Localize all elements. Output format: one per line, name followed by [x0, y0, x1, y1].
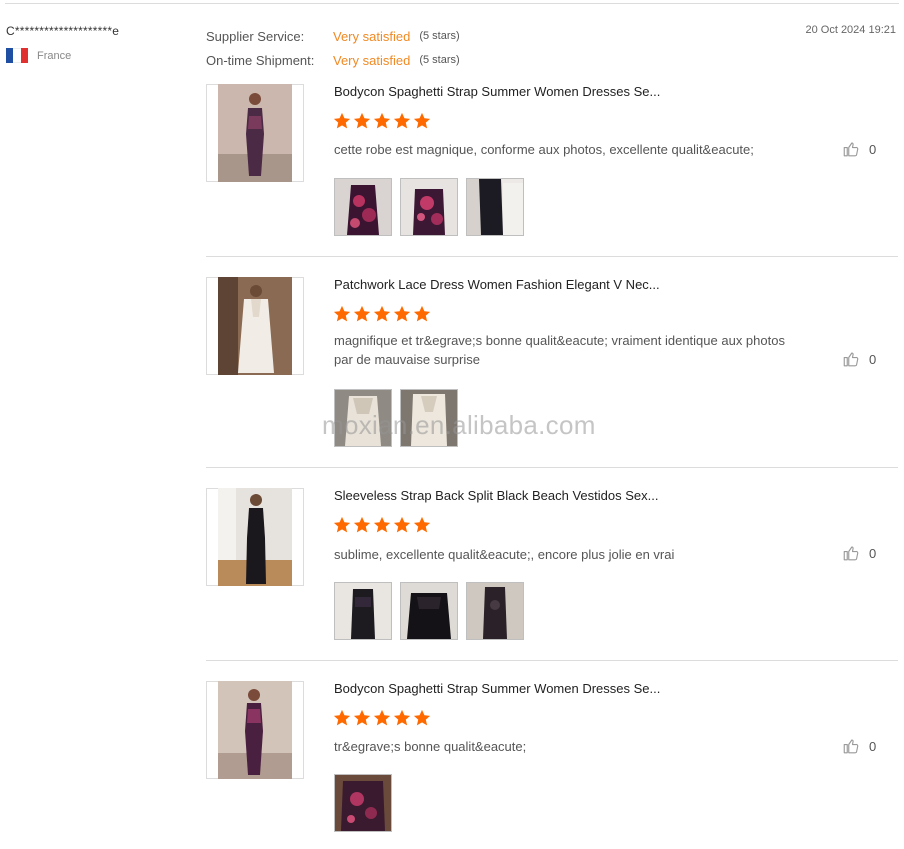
item-divider [206, 256, 898, 257]
star-icon [413, 516, 431, 533]
review-star-rating [333, 112, 431, 130]
like-button[interactable]: 0 [842, 737, 876, 755]
product-thumbnail[interactable] [206, 488, 304, 586]
product-thumbnail[interactable] [206, 681, 304, 779]
like-button[interactable]: 0 [842, 140, 876, 158]
review-photo[interactable] [400, 582, 458, 640]
star-icon [333, 709, 351, 726]
like-count: 0 [869, 141, 877, 157]
supplier-service-value: Very satisfied [333, 28, 411, 44]
thumbs-up-icon [843, 546, 859, 561]
star-icon [333, 516, 351, 533]
supplier-ratings: Supplier Service: Very satisfied (5 star… [206, 24, 460, 72]
star-icon [373, 112, 391, 129]
on-time-shipment-rating: On-time Shipment: Very satisfied (5 star… [206, 48, 460, 72]
review-photo[interactable] [466, 582, 524, 640]
star-icon [393, 305, 411, 322]
like-count: 0 [869, 738, 877, 754]
star-icon [333, 112, 351, 129]
review-photo[interactable] [400, 389, 458, 447]
review-comment: tr&egrave;s bonne qualit&eacute; [334, 739, 527, 754]
like-count: 0 [869, 545, 877, 561]
like-button[interactable]: 0 [842, 350, 876, 368]
item-divider [206, 467, 898, 468]
star-icon [393, 709, 411, 726]
review-star-rating [333, 709, 431, 727]
review-photos [334, 582, 524, 640]
thumbs-up-icon [843, 352, 859, 367]
france-flag-icon [6, 48, 28, 63]
product-thumbnail[interactable] [206, 84, 304, 182]
reviewer-name: C********************e [6, 24, 120, 38]
review-photos [334, 178, 524, 236]
review-photos [334, 774, 392, 832]
item-divider [206, 660, 898, 661]
product-thumbnail[interactable] [206, 277, 304, 375]
product-name-link[interactable]: Sleeveless Strap Back Split Black Beach … [334, 488, 658, 503]
star-icon [353, 709, 371, 726]
supplier-service-rating: Supplier Service: Very satisfied (5 star… [206, 24, 460, 48]
star-icon [393, 516, 411, 533]
star-icon [413, 112, 431, 129]
review-star-rating [333, 516, 431, 534]
review-photo[interactable] [334, 582, 392, 640]
country-name: France [37, 49, 72, 62]
top-divider [5, 3, 899, 4]
star-icon [373, 709, 391, 726]
like-count: 0 [869, 351, 877, 367]
review-photo[interactable] [334, 774, 392, 832]
review-photo[interactable] [334, 389, 392, 447]
shipment-value: Very satisfied [333, 52, 411, 68]
supplier-service-label: Supplier Service: [206, 28, 305, 44]
review-item: Bodycon Spaghetti Strap Summer Women Dre… [206, 681, 898, 841]
review-photo[interactable] [400, 178, 458, 236]
star-icon [373, 305, 391, 322]
star-icon [393, 112, 411, 129]
review-photos [334, 389, 458, 447]
review-photo[interactable] [466, 178, 524, 236]
shipment-label: On-time Shipment: [206, 52, 315, 68]
review-item: Sleeveless Strap Back Split Black Beach … [206, 488, 898, 648]
product-name-link[interactable]: Patchwork Lace Dress Women Fashion Elega… [334, 277, 660, 292]
review-item: Patchwork Lace Dress Women Fashion Elega… [206, 277, 898, 447]
star-icon [373, 516, 391, 533]
shipment-stars: (5 stars) [419, 54, 460, 66]
star-icon [353, 516, 371, 533]
review-comment: cette robe est magnique, conforme aux ph… [334, 142, 754, 157]
like-button[interactable]: 0 [842, 544, 876, 562]
thumbs-up-icon [843, 142, 859, 157]
review-photo[interactable] [334, 178, 392, 236]
product-name-link[interactable]: Bodycon Spaghetti Strap Summer Women Dre… [334, 681, 660, 696]
review-comment: sublime, excellente qualit&eacute;, enco… [334, 547, 675, 562]
star-icon [353, 305, 371, 322]
reviewer-info: C********************e France [6, 24, 119, 63]
star-icon [333, 305, 351, 322]
supplier-service-stars: (5 stars) [419, 30, 460, 42]
review-date: 20 Oct 2024 19:21 [805, 24, 896, 36]
product-name-link[interactable]: Bodycon Spaghetti Strap Summer Women Dre… [334, 84, 660, 99]
review-comment: magnifique et tr&egrave;s bonne qualit&e… [334, 333, 785, 367]
review-item: Bodycon Spaghetti Strap Summer Women Dre… [206, 84, 898, 244]
star-icon [353, 112, 371, 129]
reviewer-country: France [6, 48, 119, 63]
thumbs-up-icon [843, 739, 859, 754]
star-icon [413, 709, 431, 726]
review-star-rating [333, 305, 431, 323]
star-icon [413, 305, 431, 322]
